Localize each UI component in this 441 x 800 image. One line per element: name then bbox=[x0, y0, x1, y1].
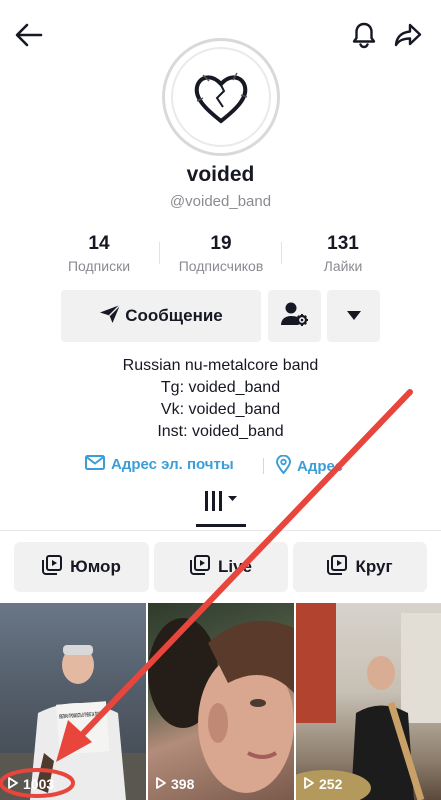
following-label: Подписки bbox=[67, 258, 131, 274]
username-handle: @voided_band bbox=[169, 193, 272, 210]
following-stat[interactable]: 14 Подписки bbox=[38, 232, 160, 275]
bio-line: Inst: voided_band bbox=[157, 423, 284, 440]
video-thumbnail-art bbox=[296, 603, 441, 800]
bio-line: Vk: voided_band bbox=[160, 401, 281, 418]
likes-stat[interactable]: 131 Лайки bbox=[282, 232, 404, 275]
avatar[interactable] bbox=[162, 38, 280, 156]
profile-links: Адрес эл. почты Адрес bbox=[0, 454, 441, 478]
tab-divider bbox=[0, 530, 441, 531]
location-pin-icon bbox=[275, 454, 292, 478]
playlist-row: Юмор Live Круг bbox=[0, 542, 441, 592]
video-thumbnail[interactable]: 252 bbox=[296, 603, 441, 800]
grid-bars-icon bbox=[203, 490, 239, 517]
message-button-label: Сообщение bbox=[125, 306, 223, 325]
view-count-value: 398 bbox=[171, 776, 195, 792]
envelope-icon bbox=[85, 455, 105, 474]
email-link[interactable]: Адрес эл. почты bbox=[85, 455, 234, 474]
play-outline-icon bbox=[8, 776, 18, 792]
video-grid: УВЕЛИЧУ ГРОМКОСТЬ В ТРЕКЕ ЗА ПОЦЕЛУЙ 100… bbox=[0, 603, 441, 800]
play-outline-icon bbox=[156, 776, 166, 792]
play-outline-icon bbox=[304, 776, 314, 792]
view-count: 252 bbox=[304, 776, 342, 792]
profile-stats: 14 Подписки 19 Подписчиков 131 Лайки bbox=[38, 232, 404, 280]
playlist-icon bbox=[189, 554, 210, 580]
followers-label: Подписчиков bbox=[178, 258, 264, 274]
view-count-value: 1003 bbox=[23, 776, 55, 792]
followers-stat[interactable]: 19 Подписчиков bbox=[160, 232, 282, 275]
playlist-icon bbox=[327, 554, 348, 580]
view-count-value: 252 bbox=[319, 776, 343, 792]
arrow-left-icon[interactable] bbox=[13, 19, 45, 51]
playlist-live[interactable]: Live bbox=[154, 542, 288, 592]
send-icon bbox=[99, 304, 121, 329]
email-link-label: Адрес эл. почты bbox=[111, 456, 234, 473]
profile-bio: Russian nu-metalcore band Tg: voided_ban… bbox=[0, 355, 441, 443]
view-count: 398 bbox=[156, 776, 194, 792]
playlist-label: Live bbox=[217, 557, 253, 576]
broken-heart-logo bbox=[171, 47, 271, 147]
address-link[interactable]: Адрес bbox=[275, 454, 344, 478]
playlist-icon bbox=[42, 554, 63, 580]
video-thumbnail-art: УВЕЛИЧУ ГРОМКОСТЬ В ТРЕКЕ ЗА ПОЦЕЛУЙ bbox=[0, 645, 146, 800]
message-button[interactable]: Сообщение bbox=[61, 290, 261, 342]
following-count: 14 bbox=[88, 233, 110, 254]
bell-icon[interactable] bbox=[348, 19, 380, 51]
bio-line: Tg: voided_band bbox=[160, 379, 281, 396]
user-gear-icon bbox=[280, 301, 309, 332]
display-name: voided bbox=[186, 163, 255, 186]
more-options-button[interactable] bbox=[327, 290, 380, 342]
bio-line: Russian nu-metalcore band bbox=[122, 357, 319, 374]
likes-label: Лайки bbox=[323, 258, 363, 274]
video-thumbnail[interactable]: 398 bbox=[148, 603, 294, 800]
tab-videos-grid[interactable] bbox=[195, 490, 247, 524]
playlist-krug[interactable]: Круг bbox=[293, 542, 427, 592]
likes-count: 131 bbox=[327, 233, 359, 254]
video-thumbnail-art bbox=[148, 618, 294, 793]
add-friend-button[interactable] bbox=[268, 290, 321, 342]
link-divider bbox=[263, 458, 264, 474]
playlist-label: Юмор bbox=[70, 557, 121, 576]
playlist-humor[interactable]: Юмор bbox=[14, 542, 149, 592]
active-tab-indicator bbox=[196, 524, 246, 527]
share-arrow-icon[interactable] bbox=[392, 19, 424, 51]
video-thumbnail[interactable]: УВЕЛИЧУ ГРОМКОСТЬ В ТРЕКЕ ЗА ПОЦЕЛУЙ 100… bbox=[0, 603, 146, 800]
playlist-label: Круг bbox=[355, 557, 393, 576]
view-count: 1003 bbox=[8, 776, 54, 792]
followers-count: 19 bbox=[210, 233, 232, 254]
triangle-down-icon bbox=[346, 307, 361, 325]
address-link-label: Адрес bbox=[297, 458, 344, 475]
